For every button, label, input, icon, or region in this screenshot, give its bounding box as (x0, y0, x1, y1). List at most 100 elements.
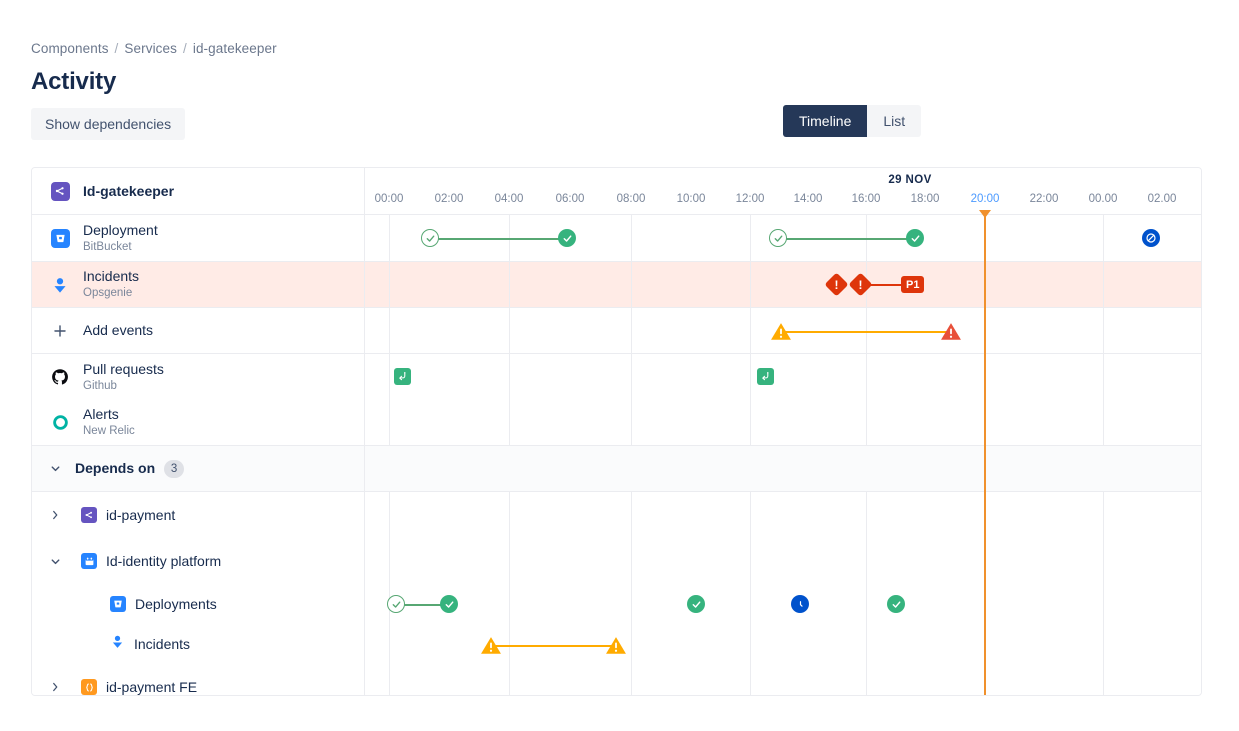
event-deploy-pending[interactable] (791, 595, 809, 613)
tab-timeline[interactable]: Timeline (783, 105, 867, 137)
chevron-right-icon[interactable] (42, 509, 68, 521)
event-deploy-start[interactable] (421, 229, 439, 247)
axis-tick: 00:00 (375, 193, 404, 205)
timeline-lane-incidents-child[interactable] (365, 624, 1201, 664)
row-label-subtitle: Github (83, 379, 164, 394)
chevron-right-icon[interactable] (42, 681, 68, 693)
timeline-canvas[interactable]: 29 NOV 00:00 02:00 04:00 06:00 08:00 10:… (365, 168, 1201, 695)
breadcrumb-separator: / (177, 41, 193, 56)
axis-tick-current: 20:00 (971, 193, 1000, 205)
axis-tick: 16:00 (852, 193, 881, 205)
row-label-title: id-payment FE (106, 679, 197, 696)
event-deploy-start[interactable] (387, 595, 405, 613)
row-label-title: Incidents (83, 268, 139, 285)
activity-page: Components/Services/id-gatekeeper Activi… (0, 0, 1239, 731)
event-warning[interactable] (770, 322, 792, 346)
event-incident[interactable]: ! (852, 276, 869, 293)
event-deploy-end[interactable] (687, 595, 705, 613)
event-deploy-start[interactable] (769, 229, 787, 247)
axis-tick: 08:00 (617, 193, 646, 205)
axis-tick: 06:00 (556, 193, 585, 205)
timeline-date-label: 29 NOV (888, 174, 931, 186)
timeline-lane-id-payment[interactable] (365, 492, 1201, 538)
event-incident[interactable]: ! (828, 276, 845, 293)
event-deploy-end[interactable] (440, 595, 458, 613)
row-label-incidents-child[interactable]: Incidents (32, 624, 364, 664)
bitbucket-icon (110, 596, 126, 612)
row-label-title: Id-identity platform (106, 553, 221, 570)
row-label-subtitle: BitBucket (83, 240, 158, 255)
timeline-lane-depends-on (365, 446, 1201, 492)
depends-on-section-header[interactable]: Depends on 3 (32, 446, 364, 492)
page-title: Activity (31, 68, 116, 96)
event-deploy-end[interactable] (887, 595, 905, 613)
event-warning[interactable] (605, 636, 627, 660)
timeline-lane-incidents[interactable]: ! ! P1 (365, 262, 1201, 308)
axis-tick: 18:00 (911, 193, 940, 205)
bitbucket-icon (46, 229, 74, 248)
breadcrumb: Components/Services/id-gatekeeper (31, 41, 277, 56)
depends-on-count-badge: 3 (164, 460, 184, 478)
current-time-line (984, 210, 986, 696)
breadcrumb-item-id-gatekeeper[interactable]: id-gatekeeper (193, 41, 277, 56)
plus-icon (46, 323, 74, 339)
breadcrumb-item-services[interactable]: Services (124, 41, 177, 56)
row-label-id-gatekeeper[interactable]: Id-gatekeeper (32, 168, 364, 215)
event-warning[interactable] (480, 636, 502, 660)
service-purple-icon (81, 507, 97, 523)
row-label-subtitle: New Relic (83, 424, 135, 439)
current-time-marker-icon (979, 210, 991, 218)
axis-tick: 00.00 (1089, 193, 1118, 205)
tab-list[interactable]: List (867, 105, 921, 137)
braces-orange-icon (81, 679, 97, 695)
row-label-add-events[interactable]: Add events (32, 308, 364, 354)
timeline-lane-alerts[interactable] (365, 400, 1201, 446)
axis-tick: 12:00 (736, 193, 765, 205)
breadcrumb-item-components[interactable]: Components (31, 41, 109, 56)
row-label-title: Id-gatekeeper (83, 183, 174, 200)
row-label-title: Incidents (134, 636, 190, 653)
timeline-lane-pull-requests[interactable] (365, 354, 1201, 400)
timeline-lane-id-payment-fe[interactable] (365, 664, 1201, 696)
row-label-deployment[interactable]: Deployment BitBucket (32, 215, 364, 262)
breadcrumb-separator: / (109, 41, 125, 56)
event-incident-p1-badge[interactable]: P1 (901, 276, 924, 293)
timeline-lanes: ! ! P1 (365, 215, 1201, 696)
opsgenie-icon (110, 634, 125, 654)
event-pull-request[interactable] (394, 368, 411, 385)
row-label-id-identity-platform[interactable]: Id-identity platform (32, 538, 364, 584)
timeline-row-labels: Id-gatekeeper Deployment BitBucket (32, 168, 365, 695)
event-deploy-end[interactable] (558, 229, 576, 247)
row-label-pull-requests[interactable]: Pull requests Github (32, 354, 364, 400)
row-label-title: Pull requests (83, 361, 164, 378)
chevron-down-icon[interactable] (42, 555, 68, 568)
service-purple-icon (46, 182, 74, 201)
row-label-incidents[interactable]: Incidents Opsgenie (32, 262, 364, 308)
row-label-deployments-child[interactable]: Deployments (32, 584, 364, 624)
timeline-lane-deployment[interactable] (365, 215, 1201, 262)
axis-tick: 14:00 (794, 193, 823, 205)
event-deploy-end[interactable] (906, 229, 924, 247)
p1-label: P1 (901, 276, 924, 293)
chevron-down-icon[interactable] (42, 462, 68, 475)
axis-tick: 02.00 (1148, 193, 1177, 205)
row-label-id-payment-fe[interactable]: id-payment FE (32, 664, 364, 696)
opsgenie-icon (46, 276, 74, 294)
timeline-lane-add-events[interactable] (365, 308, 1201, 354)
row-label-alerts[interactable]: Alerts New Relic (32, 400, 364, 446)
depends-on-label: Depends on (75, 460, 155, 477)
event-deploy-blocked[interactable] (1142, 229, 1160, 247)
timeline-axis: 29 NOV 00:00 02:00 04:00 06:00 08:00 10:… (365, 168, 1201, 215)
show-dependencies-button[interactable]: Show dependencies (31, 108, 185, 140)
row-label-subtitle: Opsgenie (83, 286, 139, 301)
axis-tick: 02:00 (435, 193, 464, 205)
row-label-id-payment[interactable]: id-payment (32, 492, 364, 538)
axis-tick: 10:00 (677, 193, 706, 205)
github-icon (46, 368, 74, 386)
row-label-title: Deployments (135, 596, 217, 613)
timeline-lane-deployments-child[interactable] (365, 584, 1201, 624)
event-error[interactable] (940, 322, 962, 346)
newrelic-icon (46, 414, 74, 431)
timeline-lane-id-identity-platform[interactable] (365, 538, 1201, 584)
event-pull-request[interactable] (757, 368, 774, 385)
